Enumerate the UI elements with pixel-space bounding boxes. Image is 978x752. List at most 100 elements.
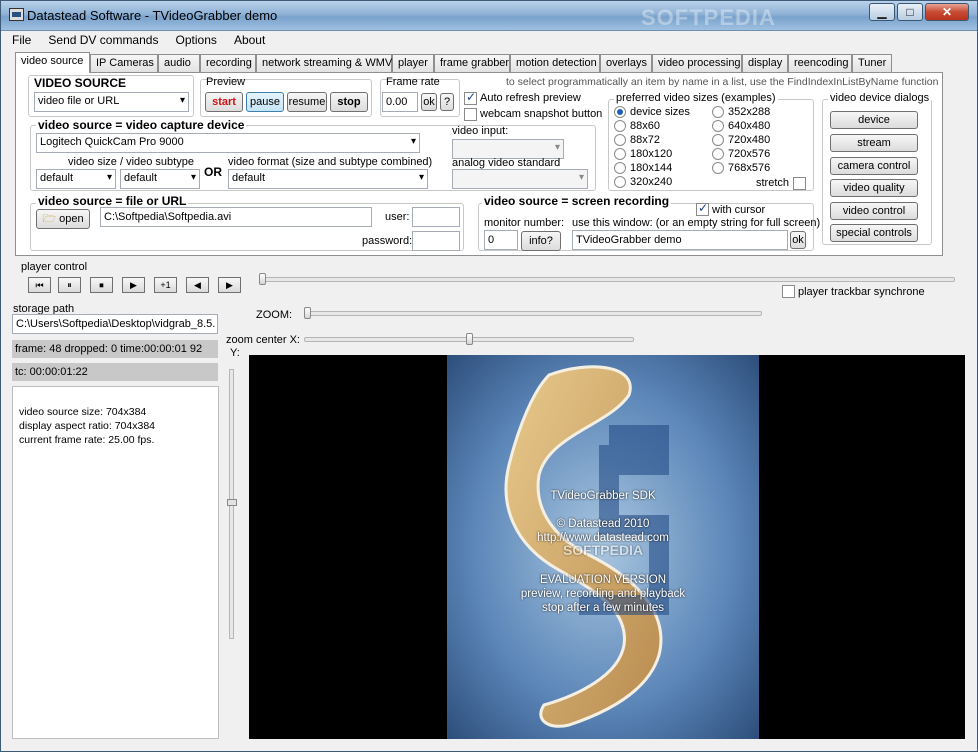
overlay-sdk: TVideoGrabber SDK [550, 490, 656, 502]
player-next-frame-button[interactable]: ▶ [218, 277, 241, 293]
use-window-label: use this window: (or an empty string for… [572, 217, 821, 229]
overlay-stop-note: stop after a few minutes [541, 602, 665, 614]
size-radio-640x480[interactable] [712, 120, 724, 132]
zoom-label: ZOOM: [256, 309, 293, 321]
size-radio-352x288[interactable] [712, 106, 724, 118]
tab-player[interactable]: player [392, 54, 434, 72]
frame-rate-ok-button[interactable]: ok [421, 93, 437, 111]
info-button[interactable]: info? [521, 231, 561, 251]
stretch-checkbox[interactable] [793, 177, 806, 190]
window-name-input[interactable]: TVideoGrabber demo [572, 230, 788, 250]
close-button[interactable]: ✕ [925, 3, 969, 21]
size-label-640x480: 640x480 [728, 120, 771, 132]
camera-control-button[interactable]: camera control [830, 157, 918, 175]
video-size-label: video size / video subtype [68, 156, 194, 168]
video-input-combo[interactable] [452, 139, 564, 159]
zoom-y-thumb[interactable] [227, 499, 237, 506]
video-input-label: video input: [452, 125, 509, 137]
tab-video-processing[interactable]: video processing [652, 54, 742, 72]
tab-display[interactable]: display [742, 54, 788, 72]
auto-refresh-checkbox[interactable] [464, 90, 477, 105]
frame-status: frame: 48 dropped: 0 time:00:00:01 92 [12, 340, 218, 358]
open-button[interactable]: 🗁 open [36, 209, 90, 229]
menu-options[interactable]: Options [169, 32, 224, 48]
video-source-heading: VIDEO SOURCE [34, 76, 127, 90]
size-label-352x288: 352x288 [728, 106, 771, 118]
tab-motion-detection[interactable]: motion detection [510, 54, 600, 72]
size-radio-180x144[interactable] [614, 162, 626, 174]
player-trackbar[interactable] [259, 277, 955, 282]
menu-bar: File Send DV commands Options About [5, 32, 272, 50]
player-first-button[interactable]: ⏮ [28, 277, 51, 293]
tab-audio[interactable]: audio [158, 54, 200, 72]
tab-overlays[interactable]: overlays [600, 54, 652, 72]
with-cursor-checkbox[interactable] [696, 201, 709, 216]
zoom-center-x-thumb[interactable] [466, 333, 473, 345]
device-dialog-button[interactable]: device [830, 111, 918, 129]
menu-send-dv[interactable]: Send DV commands [41, 32, 165, 48]
analog-standard-combo[interactable] [452, 169, 588, 189]
size-radio-320x240[interactable] [614, 176, 626, 188]
player-play-button[interactable]: ▶ [122, 277, 145, 293]
zoom-thumb[interactable] [304, 307, 311, 319]
tab-network-streaming[interactable]: network streaming & WMV [256, 54, 392, 72]
player-prev-frame-button[interactable]: ◀ [186, 277, 209, 293]
webcam-snapshot-checkbox[interactable] [464, 108, 477, 121]
menu-about[interactable]: About [227, 32, 272, 48]
tab-tuner[interactable]: Tuner [852, 54, 892, 72]
capture-device-combo[interactable]: Logitech QuickCam Pro 9000 [36, 133, 420, 153]
size-radio-720x480[interactable] [712, 134, 724, 146]
size-radio-88x60[interactable] [614, 120, 626, 132]
menu-file[interactable]: File [5, 32, 38, 48]
video-source-panel: VIDEO SOURCE video file or URL Preview s… [15, 72, 943, 256]
pause-button[interactable]: pause [246, 92, 284, 112]
video-source-combo[interactable]: video file or URL [34, 92, 189, 112]
video-quality-button[interactable]: video quality [830, 179, 918, 197]
stop-button[interactable]: stop [330, 92, 368, 112]
special-controls-button[interactable]: special controls [830, 224, 918, 242]
trackbar-synchrone-checkbox[interactable] [782, 285, 795, 298]
size-radio-768x576[interactable] [712, 162, 724, 174]
resume-button[interactable]: resume [287, 92, 327, 112]
zoom-trackbar[interactable] [304, 311, 762, 316]
stretch-label: stretch [756, 177, 790, 189]
size-label-88x60: 88x60 [630, 120, 660, 132]
video-format-combo[interactable]: default [228, 169, 428, 189]
player-stop-button[interactable]: ⏹ [90, 277, 113, 293]
tab-video-source[interactable]: video source [15, 52, 90, 73]
title-bar: Datastead Software - TVideoGrabber demo … [1, 1, 977, 31]
user-input[interactable] [412, 207, 460, 227]
size-label-720x576: 720x576 [728, 148, 771, 160]
video-size-combo[interactable]: default [36, 169, 116, 189]
video-control-button[interactable]: video control [830, 202, 918, 220]
player-step-button[interactable]: +1 [154, 277, 177, 293]
user-label: user: [385, 211, 410, 223]
size-radio-720x576[interactable] [712, 148, 724, 160]
frame-rate-input[interactable]: 0.00 [382, 92, 418, 112]
with-cursor-label: with cursor [712, 204, 766, 216]
size-radio-device-sizes[interactable] [614, 106, 626, 118]
player-trackbar-thumb[interactable] [259, 273, 266, 285]
window-ok-button[interactable]: ok [790, 231, 806, 249]
maximize-button[interactable]: □ [897, 3, 923, 21]
zoom-center-x-label: zoom center X: [226, 334, 300, 346]
tab-ip-cameras[interactable]: IP Cameras [90, 54, 158, 72]
frame-rate-help-button[interactable]: ? [440, 93, 454, 111]
size-radio-180x120[interactable] [614, 148, 626, 160]
tab-frame-grabber[interactable]: frame grabber [434, 54, 510, 72]
video-subtype-combo[interactable]: default [120, 169, 200, 189]
file-path-input[interactable]: C:\Softpedia\Softpedia.avi [100, 207, 372, 227]
password-input[interactable] [412, 231, 460, 251]
storage-path-input[interactable]: C:\Users\Softpedia\Desktop\vidgrab_8.5. [12, 314, 218, 334]
stream-dialog-button[interactable]: stream [830, 134, 918, 152]
app-window: Datastead Software - TVideoGrabber demo … [0, 0, 978, 752]
overlay-copyright: © Datastead 2010 [556, 518, 650, 530]
player-pause-button[interactable]: ⏸ [58, 277, 81, 293]
start-button[interactable]: start [205, 92, 243, 112]
minimize-button[interactable]: ▁ [869, 3, 895, 21]
monitor-number-input[interactable]: 0 [484, 230, 518, 250]
analog-standard-label: analog video standard [452, 157, 561, 169]
size-radio-88x72[interactable] [614, 134, 626, 146]
tab-reencoding[interactable]: reencoding [788, 54, 852, 72]
tab-recording[interactable]: recording [200, 54, 256, 72]
